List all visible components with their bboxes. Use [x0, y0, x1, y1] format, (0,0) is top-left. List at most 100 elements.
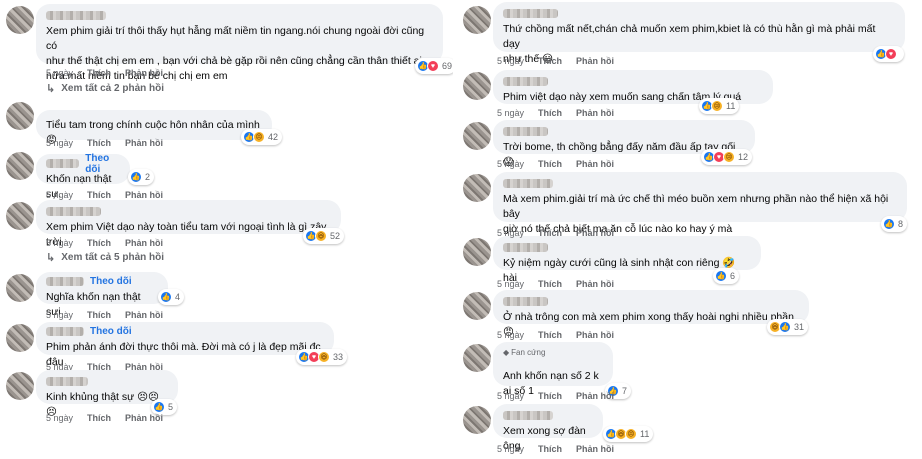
timestamp[interactable]: 5 ngày	[46, 413, 73, 423]
like-button[interactable]: Thích	[87, 413, 111, 423]
reaction-count: 2	[145, 172, 151, 182]
reply-button[interactable]: Phản hồi	[125, 413, 163, 423]
timestamp[interactable]: 5 ngày	[497, 444, 524, 454]
reaction-summary[interactable]: 👍 2	[128, 169, 155, 185]
reply-button[interactable]: Phản hồi	[125, 68, 163, 78]
reaction-summary[interactable]: 👍 😆 52	[303, 228, 345, 244]
like-button[interactable]: Thích	[538, 228, 562, 238]
avatar[interactable]	[6, 102, 34, 130]
commenter-name[interactable]	[503, 243, 548, 252]
reply-button[interactable]: Phản hồi	[576, 279, 614, 289]
avatar[interactable]	[6, 324, 34, 352]
commenter-name[interactable]	[503, 77, 548, 86]
reaction-summary[interactable]: 👍 😢 11	[699, 98, 740, 114]
timestamp[interactable]: 5 ngày	[497, 279, 524, 289]
reaction-summary[interactable]: 👍 8	[881, 216, 908, 232]
reply-button[interactable]: Phản hồi	[576, 228, 614, 238]
reply-button[interactable]: Phản hồi	[576, 108, 614, 118]
timestamp[interactable]: 5 ngày	[497, 159, 524, 169]
commenter-name[interactable]	[46, 327, 84, 336]
timestamp[interactable]: 5 ngày	[46, 310, 73, 320]
reply-button[interactable]: Phản hồi	[125, 310, 163, 320]
avatar[interactable]	[463, 344, 491, 372]
commenter-name[interactable]	[46, 11, 106, 20]
reaction-count: 33	[333, 352, 344, 362]
reaction-summary[interactable]: 👍 😆 😠 11	[603, 426, 654, 442]
reply-button[interactable]: Phản hồi	[576, 391, 614, 401]
avatar[interactable]	[463, 406, 491, 434]
avatar[interactable]	[463, 72, 491, 100]
avatar[interactable]	[463, 292, 491, 320]
reaction-count: 69	[442, 61, 453, 71]
reaction-count: 6	[730, 271, 736, 281]
avatar[interactable]	[6, 202, 34, 230]
avatar[interactable]	[463, 6, 491, 34]
like-button[interactable]: Thích	[538, 108, 562, 118]
avatar[interactable]	[6, 372, 34, 400]
timestamp[interactable]: 5 ngày	[497, 56, 524, 66]
reaction-summary[interactable]: 👍 ♥ 😢 12	[701, 149, 753, 165]
like-button[interactable]: Thích	[538, 444, 562, 454]
commenter-name[interactable]	[46, 207, 101, 216]
reply-button[interactable]: Phản hồi	[576, 56, 614, 66]
comment-actions: 5 ngày Thích Phản hồi	[46, 190, 177, 200]
like-button[interactable]: Thích	[538, 279, 562, 289]
sad-icon: 😢	[711, 100, 723, 112]
timestamp[interactable]: 5 ngày	[46, 190, 73, 200]
reply-button[interactable]: Phản hồi	[125, 138, 163, 148]
reaction-summary[interactable]: 👍 ♥ 😆 33	[296, 349, 348, 365]
reply-button[interactable]: Phản hồi	[576, 159, 614, 169]
timestamp[interactable]: 5 ngày	[497, 228, 524, 238]
reaction-summary[interactable]: 😆 👍 31	[767, 319, 809, 335]
avatar[interactable]	[6, 6, 34, 34]
like-button[interactable]: Thích	[87, 190, 111, 200]
like-button[interactable]: Thích	[538, 56, 562, 66]
timestamp[interactable]: 5 ngày	[46, 68, 73, 78]
reply-button[interactable]: Phản hồi	[125, 238, 163, 248]
avatar[interactable]	[463, 238, 491, 266]
avatar[interactable]	[463, 174, 491, 202]
reaction-summary[interactable]: 👍 ♥ 69	[415, 58, 457, 74]
like-button[interactable]: Thích	[538, 330, 562, 340]
timestamp[interactable]: 5 ngày	[497, 391, 524, 401]
follow-button[interactable]: Theo dõi	[90, 276, 132, 287]
like-button[interactable]: Thích	[87, 310, 111, 320]
commenter-name[interactable]	[503, 297, 548, 306]
commenter-name[interactable]	[46, 277, 84, 286]
reply-button[interactable]: Phản hồi	[125, 190, 163, 200]
reply-button[interactable]: Phản hồi	[576, 444, 614, 454]
like-button[interactable]: Thích	[87, 138, 111, 148]
like-button[interactable]: Thích	[538, 391, 562, 401]
comment-bubble: ◆ Fan cứng Anh khốn nạn số 2 k ai số 1	[493, 342, 613, 397]
commenter-name[interactable]	[46, 377, 88, 386]
like-button[interactable]: Thích	[538, 159, 562, 169]
thumbs-up-icon: 👍	[883, 218, 895, 230]
like-button[interactable]: Thích	[87, 68, 111, 78]
reaction-summary[interactable]: 👍 6	[713, 268, 740, 284]
timestamp[interactable]: 5 ngày	[497, 330, 524, 340]
comment-actions: 5 ngày Thích Phản hồi	[46, 310, 177, 320]
avatar[interactable]	[463, 122, 491, 150]
commenter-name[interactable]	[46, 159, 80, 168]
reaction-summary[interactable]: 👍 ♥	[873, 46, 904, 62]
comment-bubble: Kỷ niệm ngày cưới cũng là sinh nhật con …	[493, 236, 761, 284]
reaction-summary[interactable]: 👍 4	[158, 289, 185, 305]
commenter-name[interactable]	[503, 9, 558, 18]
reaction-summary[interactable]: 👍 😠 42	[241, 129, 283, 145]
timestamp[interactable]: 5 ngày	[46, 238, 73, 248]
view-replies-link[interactable]: ↳ Xem tất cả 2 phản hồi	[46, 82, 164, 95]
view-replies-link[interactable]: ↳ Xem tất cả 5 phản hồi	[46, 251, 164, 264]
follow-button[interactable]: Theo dõi	[90, 326, 132, 337]
commenter-name[interactable]	[503, 179, 553, 188]
avatar[interactable]	[6, 274, 34, 302]
reaction-count: 42	[268, 132, 279, 142]
commenter-name[interactable]	[503, 127, 548, 136]
reply-button[interactable]: Phản hồi	[576, 330, 614, 340]
avatar[interactable]	[6, 152, 34, 180]
timestamp[interactable]: 5 ngày	[497, 108, 524, 118]
like-button[interactable]: Thích	[87, 238, 111, 248]
commenter-name[interactable]	[503, 411, 553, 420]
laugh-icon: 😆	[315, 230, 327, 242]
timestamp[interactable]: 5 ngày	[46, 138, 73, 148]
thumbs-up-icon: 👍	[779, 321, 791, 333]
